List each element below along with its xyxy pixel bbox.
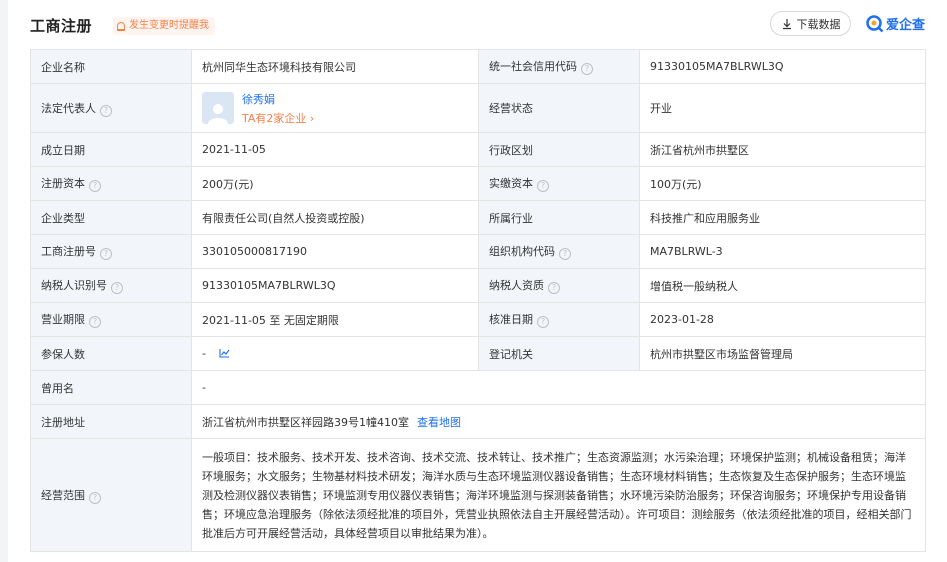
authority-value: 杭州市拱墅区市场监督管理局 [639,336,926,371]
industry-value: 科技推广和应用服务业 [639,200,926,235]
change-remind-label: 发生变更时提醒我 [129,20,209,31]
insured-label: 参保人数 [30,336,192,371]
table-row: 经营范围? 一般项目：技术服务、技术开发、技术咨询、技术交流、技术转让、技术推广… [30,438,926,552]
avatar[interactable] [202,92,234,124]
credit-code-label: 统一社会信用代码? [478,49,640,84]
former-name-value: - [191,370,926,405]
type-label: 企业类型 [30,200,192,235]
registration-table: 企业名称 杭州同华生态环境科技有限公司 统一社会信用代码? 91330105MA… [30,49,926,552]
taxpayer-id-label: 纳税人识别号? [30,268,192,303]
table-row: 注册资本? 200万(元) 实缴资本? 100万(元) [30,166,926,201]
insured-value: - [191,336,479,371]
table-row: 法定代表人? 徐秀娟 TA有2家企业 › 经营状态 开业 [30,83,926,133]
trend-chart-icon[interactable] [219,348,230,358]
address-label: 注册地址 [30,404,192,439]
term-label: 营业期限? [30,302,192,337]
bell-icon [117,21,125,31]
user-icon [208,104,228,124]
region-value: 浙江省杭州市拱墅区 [639,132,926,167]
table-row: 营业期限? 2021-11-05 至 无固定期限 核准日期? 2023-01-2… [30,302,926,337]
legal-rep-companies-link[interactable]: TA有2家企业 › [242,110,314,126]
reg-no-value: 330105000817190 [191,234,479,269]
help-icon[interactable]: ? [559,248,571,260]
status-value: 开业 [639,83,926,133]
address-value: 浙江省杭州市拱墅区祥园路39号1幢410室 查看地图 [191,404,926,439]
term-value: 2021-11-05 至 无固定期限 [191,302,479,337]
industry-label: 所属行业 [478,200,640,235]
table-row: 工商注册号? 330105000817190 组织机构代码? MA7BLRWL-… [30,234,926,269]
table-row: 曾用名 - [30,370,926,405]
help-icon[interactable]: ? [89,180,101,192]
company-name-value: 杭州同华生态环境科技有限公司 [191,49,479,84]
org-code-value: MA7BLRWL-3 [639,234,926,269]
table-row: 注册地址 浙江省杭州市拱墅区祥园路39号1幢410室 查看地图 [30,404,926,439]
region-label: 行政区划 [478,132,640,167]
table-row: 企业名称 杭州同华生态环境科技有限公司 统一社会信用代码? 91330105MA… [30,49,926,84]
org-code-label: 组织机构代码? [478,234,640,269]
help-icon[interactable]: ? [89,316,101,328]
help-icon[interactable]: ? [581,63,593,75]
download-icon [782,18,791,29]
help-icon[interactable]: ? [537,180,549,192]
taxpayer-qual-label: 纳税人资质? [478,268,640,303]
help-icon[interactable]: ? [100,104,112,117]
reg-capital-value: 200万(元) [191,166,479,201]
taxpayer-id-value: 91330105MA7BLRWL3Q [191,268,479,303]
approved-label: 核准日期? [478,302,640,337]
founded-label: 成立日期 [30,132,192,167]
business-registration-card: 工商注册 发生变更时提醒我 下载数据 爱企查 企业名称 杭州同华生态环境科技有限 [8,0,947,562]
paid-capital-value: 100万(元) [639,166,926,201]
aiqicha-logo-icon [866,14,884,32]
reg-capital-label: 注册资本? [30,166,192,201]
view-map-link[interactable]: 查看地图 [417,416,461,429]
credit-code-value: 91330105MA7BLRWL3Q [639,49,926,84]
former-name-label: 曾用名 [30,370,192,405]
download-data-button[interactable]: 下载数据 [770,11,851,36]
legal-rep-value: 徐秀娟 TA有2家企业 › [191,83,479,133]
section-header: 工商注册 发生变更时提醒我 下载数据 爱企查 [8,0,947,48]
change-remind-button[interactable]: 发生变更时提醒我 [113,17,215,35]
table-row: 纳税人识别号? 91330105MA7BLRWL3Q 纳税人资质? 增值税一般纳… [30,268,926,303]
table-row: 参保人数 - 登记机关 杭州市拱墅区市场监督管理局 [30,336,926,371]
scope-value: 一般项目：技术服务、技术开发、技术咨询、技术交流、技术转让、技术推广；生态资源监… [191,438,926,552]
help-icon[interactable]: ? [111,282,123,294]
taxpayer-qual-value: 增值税一般纳税人 [639,268,926,303]
help-icon[interactable]: ? [548,282,560,294]
type-value: 有限责任公司(自然人投资或控股) [191,200,479,235]
help-icon[interactable]: ? [537,316,549,328]
status-label: 经营状态 [478,83,640,133]
approved-value: 2023-01-28 [639,302,926,337]
legal-rep-label: 法定代表人? [30,83,192,133]
scope-label: 经营范围? [30,438,192,552]
authority-label: 登记机关 [478,336,640,371]
paid-capital-label: 实缴资本? [478,166,640,201]
brand-logo[interactable]: 爱企查 [866,14,925,33]
section-title: 工商注册 [30,17,93,35]
legal-rep-name-link[interactable]: 徐秀娟 [242,91,314,107]
founded-value: 2021-11-05 [191,132,479,167]
table-row: 成立日期 2021-11-05 行政区划 浙江省杭州市拱墅区 [30,132,926,167]
brand-name: 爱企查 [886,18,926,33]
download-data-label: 下载数据 [796,17,841,31]
help-icon[interactable]: ? [89,491,101,504]
help-icon[interactable]: ? [100,248,112,260]
reg-no-label: 工商注册号? [30,234,192,269]
company-name-label: 企业名称 [30,49,192,84]
table-row: 企业类型 有限责任公司(自然人投资或控股) 所属行业 科技推广和应用服务业 [30,200,926,235]
